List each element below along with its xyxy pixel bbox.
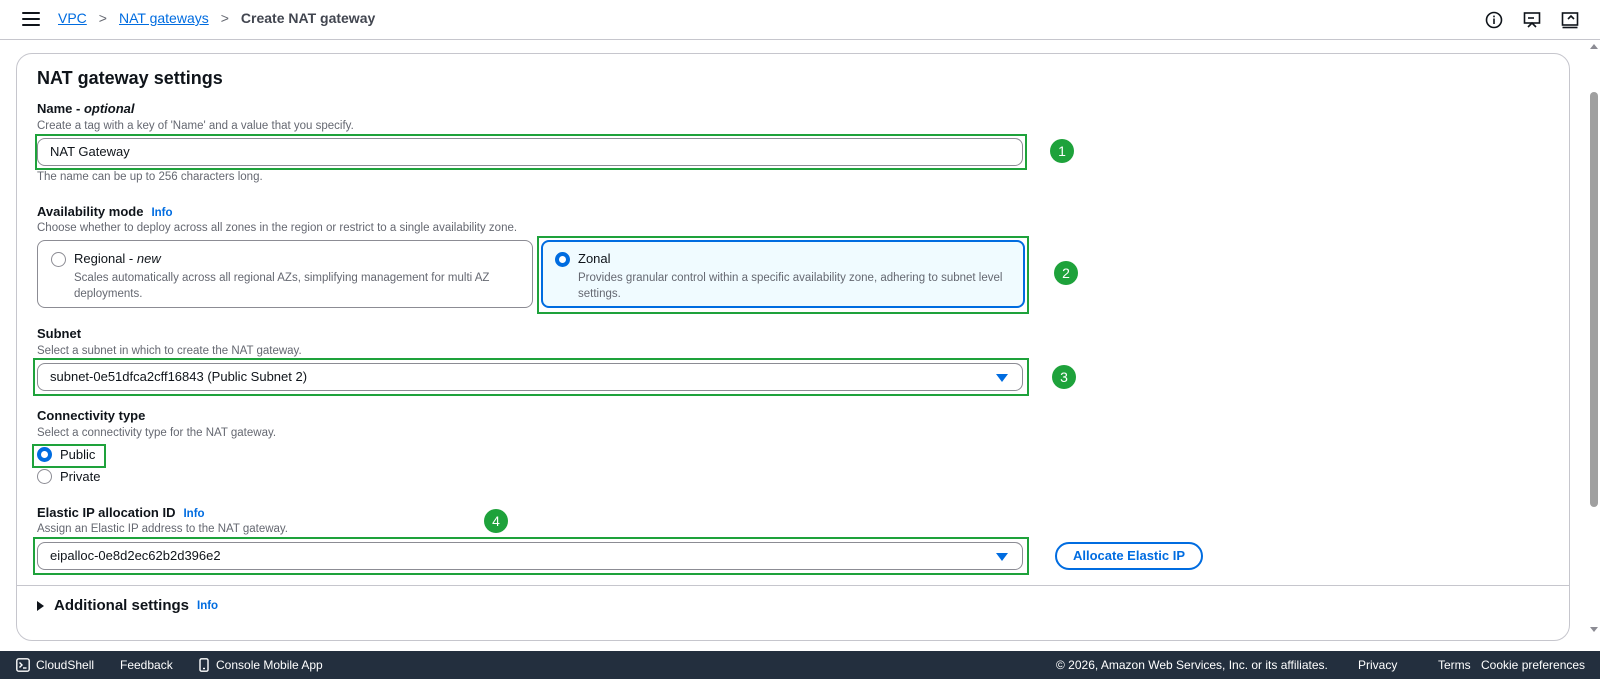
name-hint: The name can be up to 256 characters lon… (37, 171, 263, 183)
regional-title: Regional - new (74, 251, 161, 266)
connectivity-public-option[interactable]: Public (37, 447, 95, 462)
subnet-select[interactable]: subnet-0e51dfca2cff16843 (Public Subnet … (37, 363, 1023, 391)
split-panel-icon[interactable] (1560, 10, 1580, 30)
divider (17, 585, 1569, 586)
subnet-select-value: subnet-0e51dfca2cff16843 (Public Subnet … (50, 369, 308, 384)
caret-right-icon (37, 600, 44, 611)
availability-mode-label: Availability mode Info (37, 204, 173, 219)
name-description: Create a tag with a key of 'Name' and a … (37, 120, 354, 132)
connectivity-description: Select a connectivity type for the NAT g… (37, 427, 277, 439)
top-navigation-bar: VPC > NAT gateways > Create NAT gateway (0, 0, 1600, 40)
panel-title: NAT gateway settings (37, 68, 223, 88)
menu-icon[interactable] (22, 12, 40, 26)
scrollbar-thumb[interactable] (1590, 92, 1598, 507)
mobile-phone-icon (199, 658, 209, 672)
chevron-right-icon: > (220, 10, 229, 26)
regional-description: Scales automatically across all regional… (74, 272, 490, 300)
copyright-text: © 2026, Amazon Web Services, Inc. or its… (1056, 658, 1328, 672)
availability-info-link[interactable]: Info (151, 207, 172, 219)
annotation-badge-1: 1 (1050, 139, 1074, 163)
breadcrumb: VPC > NAT gateways > Create NAT gateway (58, 10, 375, 26)
caret-down-icon (996, 553, 1008, 561)
elastic-ip-select-value: eipalloc-0e8d2ec62b2d396e2 (50, 548, 221, 563)
breadcrumb-current: Create NAT gateway (240, 10, 376, 26)
nat-gateway-settings-panel: NAT gateway settings Name - optional Cre… (16, 53, 1570, 641)
page-scrollbar[interactable] (1588, 40, 1600, 636)
additional-settings-label: Additional settings (54, 597, 189, 614)
cookie-preferences-link[interactable]: Cookie preferences (1481, 658, 1585, 672)
additional-settings-expander[interactable]: Additional settings Info (37, 597, 218, 614)
annotation-badge-2: 2 (1054, 261, 1078, 285)
caret-down-icon (996, 374, 1008, 382)
breadcrumb-vpc-link[interactable]: VPC (58, 10, 87, 26)
zonal-description: Provides granular control within a speci… (578, 272, 1003, 300)
elastic-ip-label: Elastic IP allocation ID Info (37, 505, 205, 520)
private-radio[interactable] (37, 469, 52, 484)
scroll-down-arrow-icon[interactable] (1590, 627, 1598, 632)
annotation-badge-3: 3 (1052, 365, 1076, 389)
public-radio[interactable] (37, 447, 52, 462)
scroll-up-arrow-icon[interactable] (1590, 44, 1598, 49)
name-input[interactable]: NAT Gateway (37, 138, 1023, 166)
subnet-description: Select a subnet in which to create the N… (37, 345, 302, 357)
terms-link[interactable]: Terms (1438, 658, 1471, 672)
regional-option-tile[interactable]: Regional - new Scales automatically acro… (37, 240, 533, 308)
connectivity-private-option[interactable]: Private (37, 469, 100, 484)
regional-radio[interactable] (51, 252, 66, 267)
connectivity-type-label: Connectivity type (37, 408, 146, 423)
elastic-ip-select[interactable]: eipalloc-0e8d2ec62b2d396e2 (37, 542, 1023, 570)
elastic-ip-description: Assign an Elastic IP address to the NAT … (37, 523, 289, 535)
console-footer: CloudShell Feedback Console Mobile App ©… (0, 651, 1600, 679)
cloudshell-link[interactable]: CloudShell (16, 658, 94, 672)
breadcrumb-nat-gateways-link[interactable]: NAT gateways (119, 10, 209, 26)
presentation-feedback-icon[interactable] (1522, 10, 1542, 30)
zonal-radio[interactable] (555, 252, 570, 267)
annotation-badge-4: 4 (484, 509, 508, 533)
allocate-elastic-ip-button[interactable]: Allocate Elastic IP (1055, 542, 1203, 570)
zonal-title: Zonal (578, 251, 611, 266)
mobile-app-label: Console Mobile App (216, 658, 323, 672)
feedback-link[interactable]: Feedback (120, 658, 173, 672)
availability-description: Choose whether to deploy across all zone… (37, 222, 518, 234)
subnet-label: Subnet (37, 326, 82, 341)
private-label: Private (60, 469, 101, 484)
cloudshell-label: CloudShell (36, 658, 95, 672)
name-label: Name - optional (37, 101, 135, 116)
additional-info-link[interactable]: Info (197, 600, 218, 612)
elastic-ip-info-link[interactable]: Info (183, 508, 204, 520)
chevron-right-icon: > (98, 10, 107, 26)
public-label: Public (60, 447, 96, 462)
console-mobile-app-link[interactable]: Console Mobile App (198, 658, 323, 672)
cloudshell-icon (16, 658, 30, 672)
privacy-link[interactable]: Privacy (1358, 658, 1397, 672)
zonal-option-tile[interactable]: Zonal Provides granular control within a… (541, 240, 1025, 308)
info-circle-icon[interactable] (1484, 10, 1504, 30)
